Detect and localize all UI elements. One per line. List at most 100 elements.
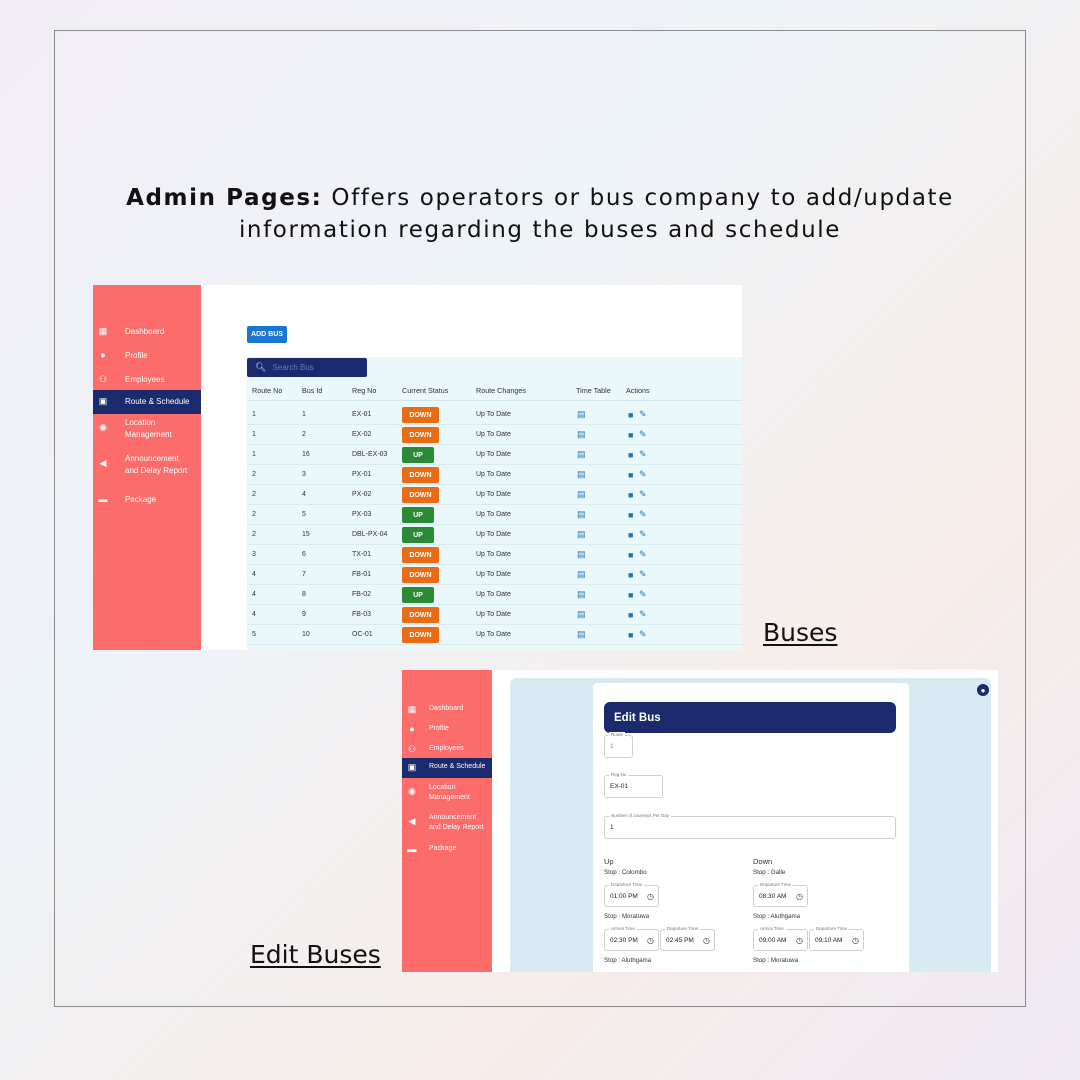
table-row: 1 2 EX-02 DOWN Up To Date ▤ ■ ✎ <box>247 425 742 445</box>
location-pin-icon: ◉ <box>99 422 107 432</box>
label-line-2: Management <box>125 430 172 439</box>
edit-icon[interactable]: ✎ <box>639 545 647 564</box>
status-badge[interactable]: UP <box>402 507 434 523</box>
edit-icon[interactable]: ✎ <box>639 525 647 544</box>
edit-icon[interactable]: ✎ <box>639 465 647 484</box>
calendar-icon[interactable]: ▤ <box>577 465 586 484</box>
sidebar-item-dashboard[interactable]: ▦ Dashboard <box>93 320 201 344</box>
calendar-icon[interactable]: ▤ <box>577 485 586 504</box>
reg-no-field[interactable]: Reg No EX-01 <box>604 772 663 798</box>
sidebar-item-location[interactable]: ◉ Location Management <box>402 782 492 802</box>
calendar-icon[interactable]: ▤ <box>577 545 586 564</box>
account-icon[interactable]: ● <box>977 684 989 696</box>
search-bus-input[interactable]: 🔍︎ Search Bus <box>247 358 367 377</box>
edit-icon[interactable]: ✎ <box>639 425 647 444</box>
table-row: 4 7 FB-01 DOWN Up To Date ▤ ■ ✎ <box>247 565 742 585</box>
calendar-icon[interactable]: ▤ <box>577 525 586 544</box>
sidebar-item-announcement[interactable]: ◀ Announcement and Delay Report <box>93 452 201 476</box>
up-stop1-departure[interactable]: Departure Time 01:00 PM ◷ <box>604 882 659 907</box>
route-no-cell: 1 <box>252 431 256 438</box>
sidebar-item-route-schedule[interactable]: ▣ Route & Schedule <box>402 758 492 778</box>
sidebar: ▦ Dashboard ● Profile ⚇ Employees ▣ Route & Sch… <box>402 670 492 972</box>
status-badge[interactable]: UP <box>402 527 434 543</box>
sidebar-item-profile[interactable]: ● Profile <box>402 720 492 740</box>
calendar-icon[interactable]: ▤ <box>577 565 586 584</box>
status-badge[interactable]: DOWN <box>402 607 439 623</box>
calendar-icon[interactable]: ▤ <box>577 425 586 444</box>
status-badge[interactable]: DOWN <box>402 427 439 443</box>
sidebar-item-employees[interactable]: ⚇ Employees <box>93 368 201 392</box>
bus-icon: ▣ <box>407 762 417 772</box>
delete-icon[interactable]: ■ <box>628 565 633 584</box>
delete-icon[interactable]: ■ <box>628 405 633 424</box>
calendar-icon[interactable]: ▤ <box>577 605 586 624</box>
status-badge[interactable]: UP <box>402 447 434 463</box>
route-no-cell: 5 <box>252 631 256 638</box>
delete-icon[interactable]: ■ <box>628 625 633 644</box>
sidebar-item-announcement[interactable]: ◀ Announcement and Delay Report <box>402 812 492 832</box>
sidebar-item-package[interactable]: ▬ Package <box>93 488 201 512</box>
route-changes-cell: Up To Date <box>476 591 511 598</box>
status-badge[interactable]: DOWN <box>402 407 439 423</box>
calendar-icon[interactable]: ▤ <box>577 585 586 604</box>
calendar-icon[interactable]: ▤ <box>577 445 586 464</box>
delete-icon[interactable]: ■ <box>628 545 633 564</box>
status-badge[interactable]: DOWN <box>402 467 439 483</box>
calendar-icon[interactable]: ▤ <box>577 405 586 424</box>
time-value: 01:00 PM <box>610 892 638 900</box>
sidebar-item-employees[interactable]: ⚇ Employees <box>402 740 492 760</box>
edit-icon[interactable]: ✎ <box>639 485 647 504</box>
edit-bus-screenshot: ▦ Dashboard ● Profile ⚇ Employees ▣ Route & Sch… <box>402 670 998 972</box>
delete-icon[interactable]: ■ <box>628 585 633 604</box>
edit-icon[interactable]: ✎ <box>639 605 647 624</box>
time-value: 09:00 AM <box>759 936 787 944</box>
delete-icon[interactable]: ■ <box>628 425 633 444</box>
delete-icon[interactable]: ■ <box>628 525 633 544</box>
bus-id-cell: 5 <box>302 511 306 518</box>
route-field[interactable]: Route 1 <box>604 732 633 758</box>
employees-icon: ⚇ <box>98 374 108 384</box>
reg-no-cell: PX-02 <box>352 491 372 498</box>
bus-id-cell: 2 <box>302 431 306 438</box>
bus-id-cell: 8 <box>302 591 306 598</box>
sidebar-item-package[interactable]: ▬ Package <box>402 840 492 860</box>
status-badge[interactable]: DOWN <box>402 547 439 563</box>
journeys-field[interactable]: Number of Journeys Per Day 1 <box>604 813 896 839</box>
sidebar-item-label: Dashboard <box>429 704 463 714</box>
down-stop2-arrival[interactable]: Arrival Time 09:00 AM ◷ <box>753 926 808 951</box>
down-stop1-departure[interactable]: Departure Time 08:30 AM ◷ <box>753 882 808 907</box>
add-bus-button[interactable]: ADD BUS <box>247 326 287 343</box>
edit-icon[interactable]: ✎ <box>639 405 647 424</box>
status-badge[interactable]: DOWN <box>402 487 439 503</box>
route-changes-cell: Up To Date <box>476 491 511 498</box>
edit-icon[interactable]: ✎ <box>639 565 647 584</box>
status-badge[interactable]: DOWN <box>402 567 439 583</box>
up-stop2-departure[interactable]: Departure Time 02:45 PM ◷ <box>660 926 715 951</box>
sidebar-item-location[interactable]: ◉ Location Management <box>93 416 201 440</box>
delete-icon[interactable]: ■ <box>628 505 633 524</box>
status-badge[interactable]: DOWN <box>402 627 439 643</box>
delete-icon[interactable]: ■ <box>628 485 633 504</box>
bus-id-cell: 16 <box>302 451 310 458</box>
up-stop2-arrival[interactable]: Arrival Time 02:30 PM ◷ <box>604 926 659 951</box>
dashboard-icon: ▦ <box>98 326 108 336</box>
sidebar-item-dashboard[interactable]: ▦ Dashboard <box>402 700 492 720</box>
sidebar-item-profile[interactable]: ● Profile <box>93 344 201 368</box>
route-no-cell: 4 <box>252 591 256 598</box>
journeys-value: 1 <box>610 824 614 831</box>
calendar-icon[interactable]: ▤ <box>577 505 586 524</box>
edit-icon[interactable]: ✎ <box>639 505 647 524</box>
status-badge[interactable]: UP <box>402 587 434 603</box>
reg-no-cell: EX-01 <box>352 411 372 418</box>
down-stop2-departure[interactable]: Departure Time 09:10 AM ◷ <box>809 926 864 951</box>
delete-icon[interactable]: ■ <box>628 605 633 624</box>
column-header: Current Status <box>402 386 449 395</box>
delete-icon[interactable]: ■ <box>628 465 633 484</box>
calendar-icon[interactable]: ▤ <box>577 625 586 644</box>
edit-icon[interactable]: ✎ <box>639 625 647 644</box>
edit-icon[interactable]: ✎ <box>639 585 647 604</box>
delete-icon[interactable]: ■ <box>628 445 633 464</box>
edit-icon[interactable]: ✎ <box>639 445 647 464</box>
time-value: 09:10 AM <box>815 936 843 944</box>
sidebar-item-route-schedule[interactable]: ▣ Route & Schedule <box>93 390 201 414</box>
